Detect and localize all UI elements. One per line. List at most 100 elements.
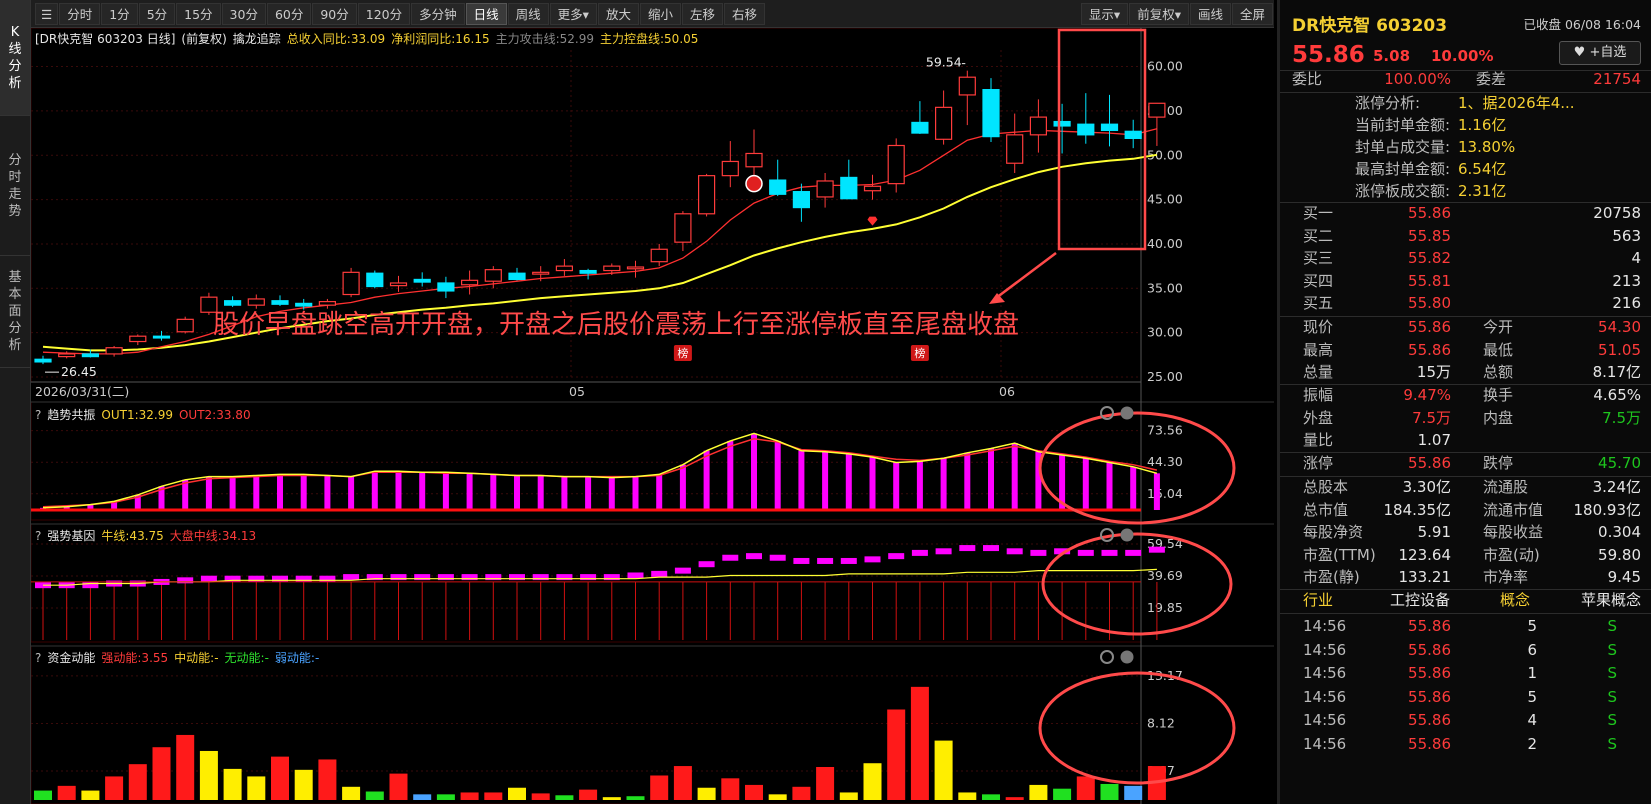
period-button[interactable]: 120分 — [357, 2, 411, 25]
help-icon[interactable]: ? — [35, 408, 41, 422]
nav-kline-tab[interactable]: K线分析 — [0, 0, 30, 116]
period-button[interactable]: 日线 — [465, 2, 507, 25]
ind3-bar — [531, 793, 550, 800]
bid-label: 买四 — [1303, 271, 1334, 290]
nav-fenshi-tab[interactable]: 分时走势 — [0, 116, 30, 256]
ind3-bar — [176, 734, 195, 800]
candle-body — [1124, 130, 1142, 139]
period-button[interactable]: 5分 — [138, 2, 176, 25]
ind2-block — [1006, 548, 1023, 555]
ind1-bar — [1153, 473, 1160, 510]
ind3-header: ? 资金动能 强动能:3.55 中动能:- 无动能:- 弱动能:- — [35, 649, 325, 666]
bid-price: 55.86 — [1408, 204, 1451, 222]
ind3-bar — [816, 767, 835, 800]
date-label: 2026/03/31(二) — [35, 384, 129, 399]
ind1-bar — [419, 472, 426, 510]
period-button[interactable]: 周线 — [507, 2, 549, 25]
toolbar-right-button[interactable]: 显示▾ — [1080, 3, 1129, 25]
ind1-bar — [893, 462, 900, 510]
toolbar-right-button[interactable]: 前复权▾ — [1129, 3, 1189, 25]
period-button[interactable]: 60分 — [266, 2, 312, 25]
toolbar-right-button[interactable]: 全屏 — [1231, 3, 1273, 25]
event-marker-icon — [745, 174, 763, 193]
concept-value: 苹果概念 — [1580, 591, 1641, 609]
fund-label: 市盈(动) — [1483, 545, 1540, 564]
candle-body — [484, 269, 502, 282]
ind1-bar — [656, 474, 663, 510]
fund-value: 9.45 — [1607, 568, 1641, 586]
tick-time: 14:56 — [1303, 664, 1347, 683]
limit-label: 跌停 — [1483, 454, 1514, 472]
ind1-bar — [1106, 462, 1113, 510]
period-button[interactable]: 15分 — [176, 2, 221, 25]
close-icon[interactable] — [1120, 528, 1134, 542]
fund-label: 市净率 — [1483, 568, 1529, 586]
ind1-bar — [205, 476, 212, 510]
ind3-bar — [602, 797, 621, 800]
y-tick-label: 8.12 — [1147, 715, 1175, 730]
ind1-bar — [1130, 466, 1137, 510]
ind3-bar — [342, 786, 361, 800]
fund-label: 市盈(静) — [1303, 568, 1360, 586]
period-button[interactable]: 1分 — [101, 2, 138, 25]
industry-value: 工控设备 — [1390, 591, 1451, 609]
help-icon[interactable]: ? — [35, 651, 41, 665]
ind3-bar — [673, 766, 692, 800]
ind3-bar — [721, 778, 740, 800]
tick-volume: 4 — [1527, 711, 1537, 730]
add-favorite-button[interactable]: ♥ +自选 — [1559, 41, 1641, 65]
period-button[interactable]: 左移 — [681, 2, 723, 25]
y-tick-label: 30.00 — [1147, 325, 1183, 340]
ind3-weak: 弱动能:- — [274, 651, 320, 665]
ind2-bull: 牛线:43.75 — [101, 529, 164, 543]
ind2-block — [746, 553, 762, 560]
period-button[interactable]: 90分 — [312, 2, 357, 25]
tick-price: 55.86 — [1408, 617, 1451, 635]
close-icon[interactable] — [1120, 650, 1134, 664]
help-icon[interactable]: ? — [35, 529, 41, 543]
candle-body — [342, 271, 360, 296]
ind2-block — [627, 572, 644, 579]
candle-body — [603, 265, 621, 272]
webi-label: 委比 — [1292, 70, 1323, 88]
close-icon[interactable] — [1120, 406, 1134, 420]
nav-jiben-tab[interactable]: 基本面分析 — [0, 256, 30, 368]
tick-side: S — [1607, 687, 1617, 706]
menu-icon[interactable]: ☰ — [35, 2, 59, 25]
month-label: 05 — [569, 384, 585, 399]
ind1-bar — [988, 448, 994, 510]
ind1-bar — [466, 473, 473, 510]
period-button[interactable]: 右移 — [724, 2, 766, 25]
period-button[interactable]: 放大 — [597, 2, 639, 25]
ind3-bar — [792, 786, 811, 800]
header-attack: 主力攻击线:52.99 — [495, 32, 594, 46]
ind3-bar — [958, 792, 977, 800]
header-profit: 净利润同比:16.15 — [391, 32, 490, 46]
period-button[interactable]: 30分 — [221, 2, 266, 25]
toolbar-right-button[interactable]: 画线 — [1189, 3, 1231, 25]
candle-body — [129, 335, 147, 343]
quote-price: 55.86 — [1292, 42, 1365, 68]
stat-label: 现价 — [1303, 318, 1334, 336]
ind3-bar — [105, 776, 124, 800]
candle-body — [697, 175, 716, 215]
bid-price: 55.81 — [1408, 271, 1451, 290]
annotation-text: 股价早盘跳空高开开盘，开盘之后股价震荡上行至涨停板直至尾盘收盘 — [213, 310, 1019, 340]
low-label: 26.45 — [61, 364, 97, 379]
separator — [1280, 613, 1651, 614]
period-button[interactable]: 更多▾ — [549, 2, 597, 25]
period-button[interactable]: 多分钟 — [411, 2, 465, 25]
period-button[interactable]: 缩小 — [639, 2, 681, 25]
ind3-strong: 强动能:3.55 — [101, 651, 169, 665]
stat-value: 9.47% — [1403, 386, 1451, 404]
stat-label: 内盘 — [1483, 408, 1514, 427]
highlight-ellipse — [1041, 532, 1233, 636]
chart-area[interactable]: 60.0055.0050.0045.0040.0035.0030.0025.00… — [31, 28, 1274, 804]
ind3-bar — [294, 769, 313, 800]
period-button[interactable]: 分时 — [59, 2, 101, 25]
fund-value: 5.91 — [1417, 523, 1451, 541]
ind3-bar — [152, 747, 171, 800]
candle-body — [816, 180, 834, 198]
ind1-bar — [442, 472, 449, 510]
quote-change: 5.08 — [1373, 47, 1411, 65]
